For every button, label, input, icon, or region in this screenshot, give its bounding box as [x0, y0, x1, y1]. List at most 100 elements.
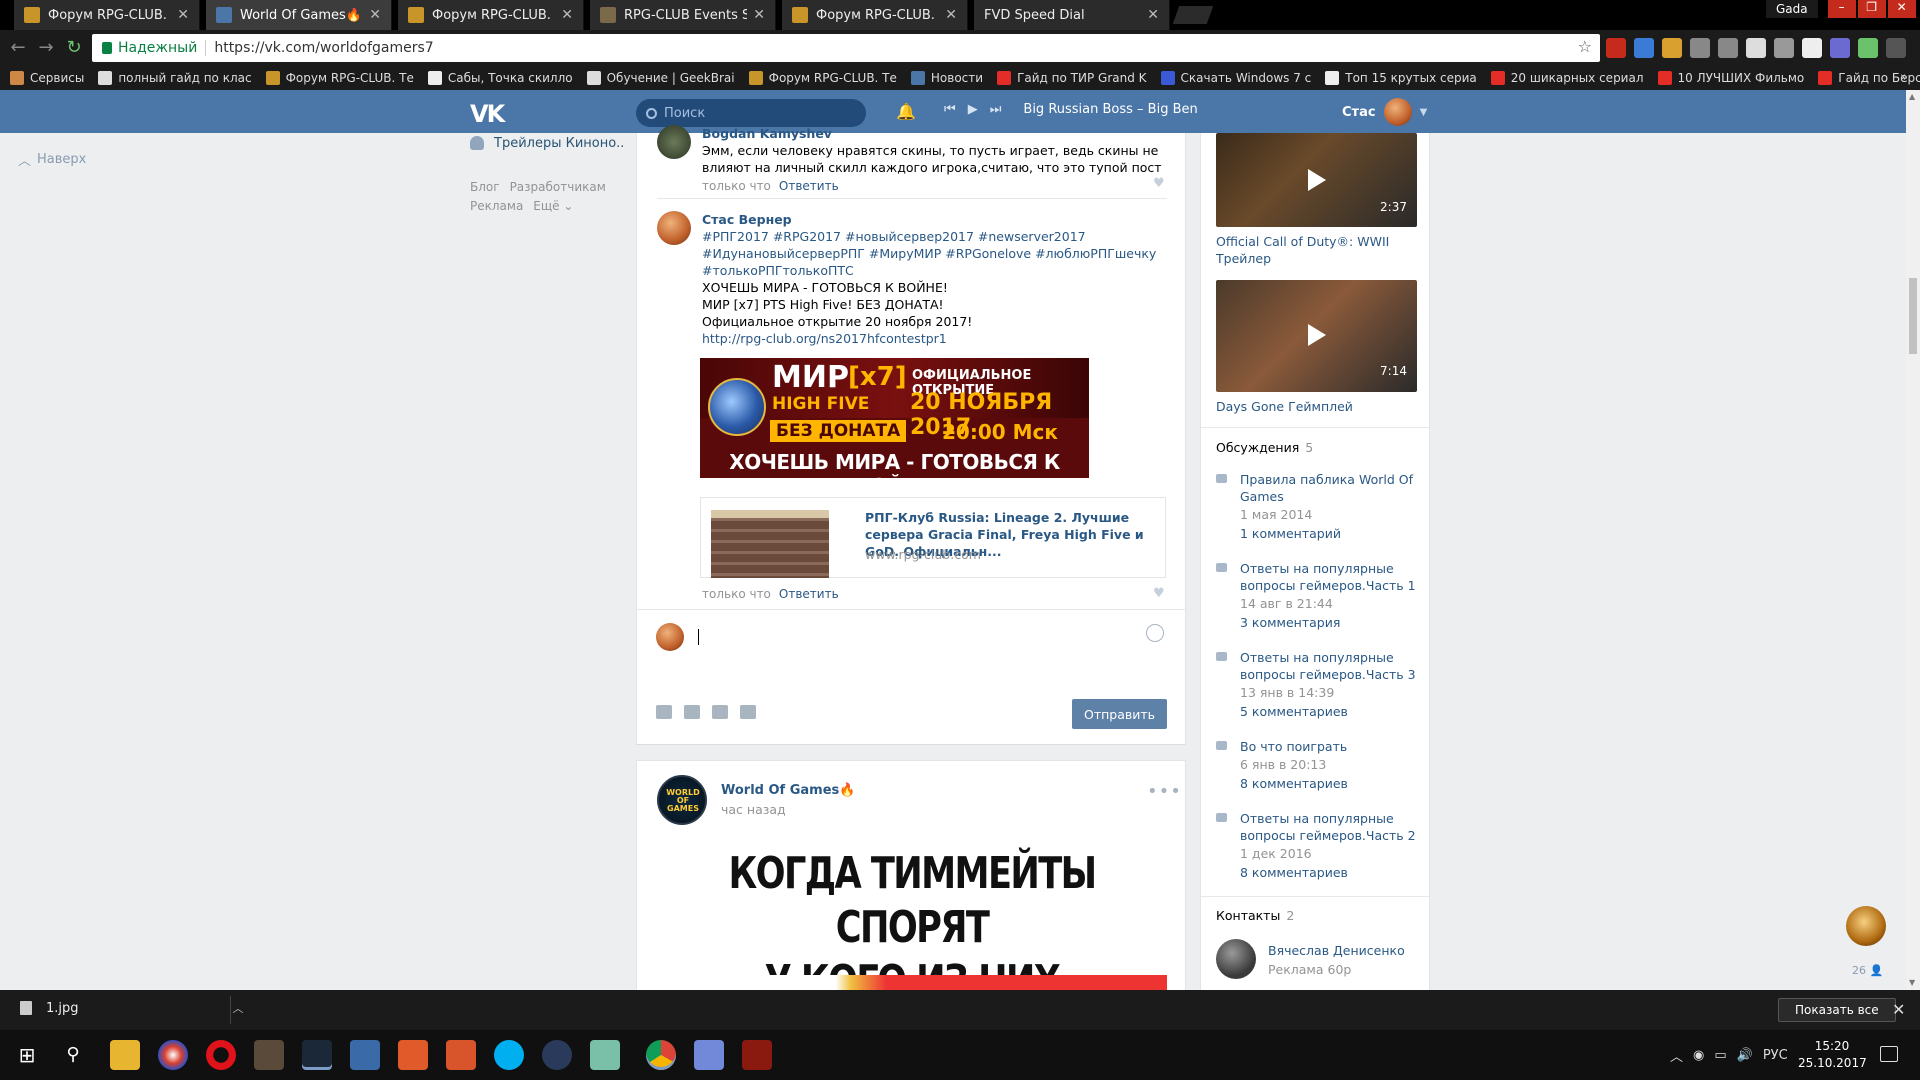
- comment-link[interactable]: http://rpg-club.org/ns2017hfcontestpr1: [702, 330, 1172, 347]
- reload-icon[interactable]: ↻: [64, 38, 84, 58]
- promo-banner-image[interactable]: МИР [x7] ОФИЦИАЛЬНОЕ ОТКРЫТИЕ HIGH FIVE …: [700, 358, 1089, 478]
- extension-red-icon[interactable]: [1606, 38, 1626, 58]
- close-icon[interactable]: ✕: [1892, 1000, 1905, 1019]
- heart-icon[interactable]: ♥: [1153, 176, 1165, 191]
- comment-author[interactable]: Bogdan Kamyshev: [702, 125, 1172, 142]
- avatar[interactable]: [1216, 939, 1256, 979]
- extension-colors-icon[interactable]: [1662, 38, 1682, 58]
- notifications-icon[interactable]: [1880, 1046, 1898, 1062]
- more-link[interactable]: Ещё ⌄: [533, 199, 573, 213]
- profile-name[interactable]: Gada: [1766, 0, 1818, 18]
- avatar[interactable]: [657, 125, 691, 159]
- video-icon[interactable]: [684, 705, 700, 719]
- scrollbar-thumb[interactable]: [1909, 278, 1917, 354]
- document-icon[interactable]: [740, 705, 756, 719]
- discussion-comments[interactable]: 1 комментарий: [1240, 526, 1341, 541]
- music-icon[interactable]: [712, 705, 728, 719]
- blog-link[interactable]: Блог: [470, 180, 500, 194]
- send-button[interactable]: Отправить: [1072, 699, 1167, 729]
- system-clock[interactable]: 15:20 25.10.2017: [1798, 1038, 1867, 1072]
- comment-input[interactable]: [698, 629, 699, 645]
- extension-lock-icon[interactable]: [1746, 38, 1766, 58]
- page-scrollbar[interactable]: ▲ ▼: [1906, 90, 1920, 990]
- group-avatar[interactable]: WORLD OF GAMES: [657, 775, 707, 825]
- address-bar[interactable]: Надежный https://vk.com/worldofgamers7 ☆: [92, 34, 1600, 62]
- new-tab-button[interactable]: [1172, 6, 1214, 24]
- more-options-icon[interactable]: •••: [1147, 781, 1182, 802]
- volume-icon[interactable]: 🔊: [1737, 1048, 1753, 1063]
- discussion-title[interactable]: Ответы на популярные вопросы геймеров.Ча…: [1240, 810, 1416, 844]
- bookmark-item[interactable]: Обучение | GeekBrai: [586, 71, 735, 85]
- video-title[interactable]: Official Call of Duty®: WWII Трейлер: [1216, 233, 1416, 267]
- close-icon[interactable]: ✕: [369, 7, 381, 23]
- media-player-icon[interactable]: [158, 1040, 188, 1070]
- extension-blue-icon[interactable]: [1634, 38, 1654, 58]
- bookmark-item[interactable]: 10 ЛУЧШИХ Фильмо: [1657, 71, 1804, 85]
- language-indicator[interactable]: РУС: [1763, 1048, 1788, 1063]
- discussion-comments[interactable]: 3 комментария: [1240, 615, 1340, 630]
- discussion-title[interactable]: Ответы на популярные вопросы геймеров.Ча…: [1240, 649, 1416, 683]
- chevron-right-icon[interactable]: »: [1900, 70, 1908, 85]
- bookmark-item[interactable]: Сервисы: [10, 71, 84, 85]
- opera-icon[interactable]: [206, 1040, 236, 1070]
- file-explorer-icon[interactable]: [110, 1040, 140, 1070]
- app-blue-icon[interactable]: [542, 1040, 572, 1070]
- app-moon-icon[interactable]: [350, 1040, 380, 1070]
- ads-link[interactable]: Реклама: [470, 199, 523, 213]
- chrome-icon[interactable]: [646, 1040, 676, 1070]
- contact-name[interactable]: Вячеслав Денисенко: [1268, 943, 1405, 958]
- network-icon[interactable]: ▭: [1714, 1048, 1726, 1063]
- post-author[interactable]: World Of Games🔥: [721, 783, 855, 798]
- app-green-icon[interactable]: [590, 1040, 620, 1070]
- url-text[interactable]: https://vk.com/worldofgamers7: [214, 40, 433, 56]
- tab-rpg-club-1[interactable]: Форум RPG-CLUB. Тема ✕: [14, 0, 200, 30]
- tab-fvd-speed-dial[interactable]: FVD Speed Dial ✕: [974, 0, 1170, 30]
- game-launcher-icon[interactable]: [254, 1040, 284, 1070]
- extension-green-icon[interactable]: [1858, 38, 1878, 58]
- post-time[interactable]: час назад: [721, 802, 786, 817]
- bookmark-star-icon[interactable]: ☆: [1578, 37, 1592, 56]
- steam-icon[interactable]: [302, 1040, 332, 1070]
- bookmark-item[interactable]: Форум RPG-CLUB. Те: [265, 71, 414, 85]
- heart-icon[interactable]: ♥: [1153, 586, 1165, 601]
- discussion-title[interactable]: Правила паблика World Of Games: [1240, 471, 1416, 505]
- discussion-title[interactable]: Ответы на популярные вопросы геймеров.Ча…: [1240, 560, 1416, 594]
- video-thumbnail[interactable]: 2:37: [1216, 133, 1417, 227]
- maximize-button[interactable]: ❐: [1857, 0, 1886, 18]
- scroll-down-icon[interactable]: ▼: [1909, 978, 1915, 987]
- discussion-title[interactable]: Во что поиграть: [1240, 738, 1416, 755]
- next-track-icon[interactable]: ⏭: [990, 102, 1002, 117]
- forward-arrow-icon[interactable]: →: [36, 38, 56, 58]
- close-window-button[interactable]: ✕: [1887, 0, 1916, 18]
- calendar-app-icon[interactable]: [446, 1040, 476, 1070]
- user-menu[interactable]: Стас ▼: [1342, 98, 1427, 126]
- search-input[interactable]: Поиск: [636, 99, 866, 127]
- extension-purple-icon[interactable]: [1830, 38, 1850, 58]
- close-icon[interactable]: ✕: [945, 7, 957, 23]
- back-arrow-icon[interactable]: ←: [8, 38, 28, 58]
- discord-tray-icon[interactable]: ◉: [1693, 1048, 1704, 1063]
- camera-icon[interactable]: [656, 705, 672, 719]
- play-icon[interactable]: ▶: [968, 102, 978, 117]
- scroll-up-icon[interactable]: ▲: [1909, 92, 1915, 101]
- close-icon[interactable]: ✕: [561, 7, 573, 23]
- extension-tag-icon[interactable]: [1774, 38, 1794, 58]
- video-title[interactable]: Days Gone Геймплей: [1216, 398, 1416, 415]
- tab-rpg-club-3[interactable]: Форум RPG-CLUB. Тема ✕: [782, 0, 968, 30]
- app-orange-icon[interactable]: [398, 1040, 428, 1070]
- search-icon[interactable]: ⚲: [58, 1040, 88, 1070]
- avatar[interactable]: [657, 211, 691, 245]
- discussion-comments[interactable]: 8 комментариев: [1240, 865, 1348, 880]
- chevron-up-icon[interactable]: ︿: [233, 1000, 244, 1016]
- tab-rpg-club-2[interactable]: Форум RPG-CLUB. Тема ✕: [398, 0, 584, 30]
- bookmark-item[interactable]: Гайд по ТИР Grand K: [997, 71, 1147, 85]
- chrome-menu-icon[interactable]: [1886, 38, 1906, 58]
- now-playing-track[interactable]: Big Russian Boss – Big Ben: [1023, 102, 1197, 117]
- chat-avatar[interactable]: [1846, 906, 1886, 946]
- download-item[interactable]: 1.jpg ︿: [20, 1000, 244, 1016]
- emoji-icon[interactable]: [1146, 624, 1164, 642]
- post-image[interactable]: КОГДА ТИММЕЙТЫ СПОРЯТ У КОГО ИЗ НИХ ВЫШЕ…: [657, 847, 1167, 990]
- minimize-button[interactable]: –: [1827, 0, 1856, 18]
- bookmark-item[interactable]: Форум RPG-CLUB. Те: [748, 71, 897, 85]
- bookmark-item[interactable]: Новости: [910, 71, 983, 85]
